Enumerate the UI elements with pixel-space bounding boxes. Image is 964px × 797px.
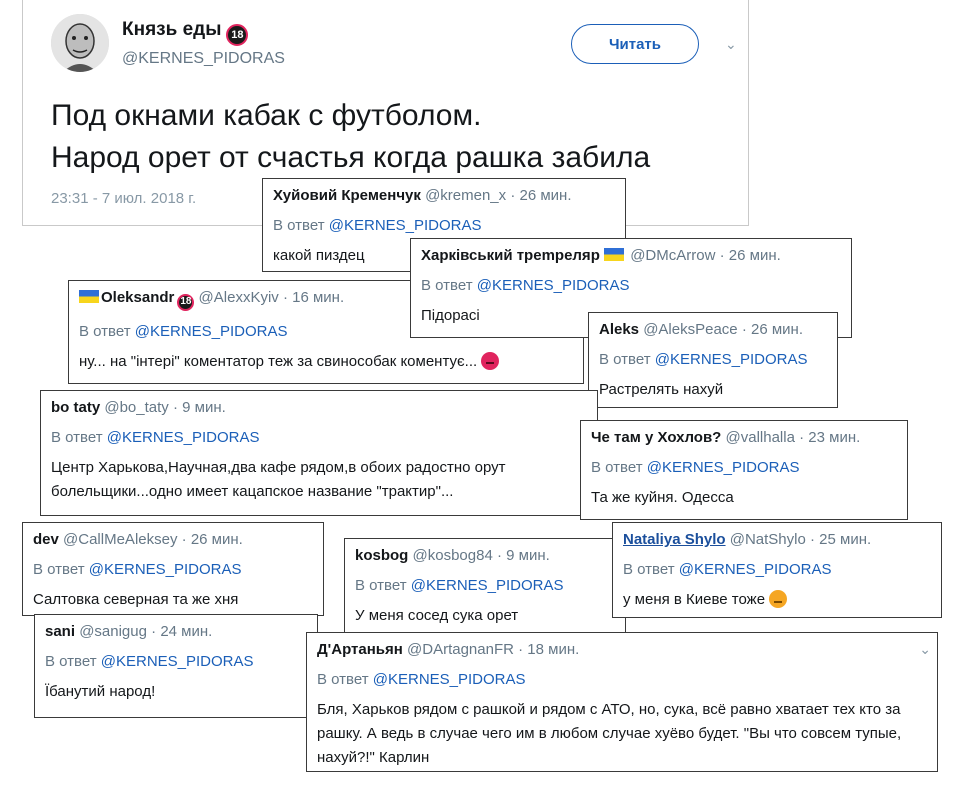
- reply-author-name[interactable]: sani: [45, 623, 75, 640]
- reply-text: ну... на "інтері" коментатор теж за свин…: [79, 352, 478, 370]
- reply-time[interactable]: 9 мин.: [182, 399, 226, 416]
- author-name[interactable]: Князь еды: [122, 19, 221, 40]
- ukraine-flag-icon: [604, 248, 625, 261]
- reply-card: bo taty @bo_taty · 9 мин. В ответ @KERNE…: [40, 390, 598, 516]
- reply-time[interactable]: 23 мин.: [808, 429, 860, 446]
- tweet-timestamp[interactable]: 23:31 - 7 июл. 2018 г.: [51, 190, 196, 207]
- reply-author-name[interactable]: Д'Артаньян: [317, 641, 403, 658]
- reply-card: kosbog @kosbog84 · 9 мин. В ответ @KERNE…: [344, 538, 626, 634]
- reply-time[interactable]: 16 мин.: [292, 289, 344, 306]
- in-reply-to: В ответ @KERNES_PIDORAS: [45, 653, 254, 670]
- reply-target-link[interactable]: @KERNES_PIDORAS: [373, 671, 526, 688]
- reply-author-handle[interactable]: @vallhalla: [726, 429, 795, 446]
- reply-time[interactable]: 26 мин.: [520, 187, 572, 204]
- reply-time[interactable]: 25 мин.: [819, 531, 871, 548]
- pouting-face-icon: [769, 590, 788, 608]
- reply-target-link[interactable]: @KERNES_PIDORAS: [101, 653, 254, 670]
- reply-time[interactable]: 26 мин.: [191, 531, 243, 548]
- reply-time[interactable]: 24 мин.: [160, 623, 212, 640]
- reply-text: у меня в Киеве тоже: [623, 591, 766, 608]
- in-reply-to: В ответ @KERNES_PIDORAS: [421, 277, 630, 294]
- ukraine-flag-icon: [79, 290, 99, 303]
- reply-time[interactable]: 26 мин.: [729, 247, 781, 264]
- reply-author-name[interactable]: Aleks: [599, 321, 639, 338]
- reply-target-link[interactable]: @KERNES_PIDORAS: [679, 561, 832, 578]
- in-reply-to: В ответ @KERNES_PIDORAS: [317, 671, 526, 688]
- chevron-down-icon[interactable]: ⌄: [919, 641, 931, 658]
- reply-author-handle[interactable]: @NatShylo: [730, 531, 806, 548]
- reply-author-handle[interactable]: @DArtagnanFR: [407, 641, 514, 658]
- reply-card: sani @sanigug · 24 мин. В ответ @KERNES_…: [34, 614, 318, 718]
- reply-author-handle[interactable]: @kosbog84: [413, 547, 493, 564]
- reply-author-name[interactable]: Nataliya Shylo: [623, 531, 726, 548]
- reply-text: Їбанутий народ!: [45, 683, 156, 700]
- reply-card: Д'Артаньян @DArtagnanFR · 18 мин. ⌄ В от…: [306, 632, 938, 772]
- reply-card: Че там у Хохлов? @vallhalla · 23 мин. В …: [580, 420, 908, 520]
- age-18-badge-icon: 18: [226, 24, 249, 46]
- reply-author-handle[interactable]: @AleksPeace: [643, 321, 737, 338]
- in-reply-to: В ответ @KERNES_PIDORAS: [599, 351, 808, 368]
- in-reply-to: В ответ @KERNES_PIDORAS: [623, 561, 832, 578]
- reply-author-name[interactable]: Че там у Хохлов?: [591, 429, 721, 446]
- reply-author-handle[interactable]: @bo_taty: [104, 399, 168, 416]
- reply-card: Nataliya Shylo @NatShylo · 25 мин. В отв…: [612, 522, 942, 618]
- reply-target-link[interactable]: @KERNES_PIDORAS: [477, 277, 630, 294]
- reply-author-name[interactable]: Харківський трempeляр: [421, 247, 600, 264]
- avatar[interactable]: [51, 14, 109, 72]
- in-reply-to: В ответ @KERNES_PIDORAS: [591, 459, 800, 476]
- chevron-down-icon[interactable]: ⌄: [725, 36, 737, 53]
- follow-button[interactable]: Читать: [571, 24, 699, 64]
- reply-target-link[interactable]: @KERNES_PIDORAS: [411, 577, 564, 594]
- reply-text: У меня сосед сука орет: [355, 607, 519, 624]
- reply-author-name[interactable]: dev: [33, 531, 59, 548]
- reply-card: Aleks @AleksPeace · 26 мин. В ответ @KER…: [588, 312, 838, 408]
- reply-author-name[interactable]: bo taty: [51, 399, 100, 416]
- tweet-text-line-2: Народ орет от счастья когда рашка забила: [51, 141, 651, 174]
- tweet-text-line-1: Под окнами кабак с футболом.: [51, 99, 482, 132]
- in-reply-to: В ответ @KERNES_PIDORAS: [273, 217, 482, 234]
- angry-face-icon: [481, 351, 500, 370]
- reply-target-link[interactable]: @KERNES_PIDORAS: [89, 561, 242, 578]
- in-reply-to: В ответ @KERNES_PIDORAS: [355, 577, 564, 594]
- in-reply-to: В ответ @KERNES_PIDORAS: [33, 561, 242, 578]
- reply-target-link[interactable]: @KERNES_PIDORAS: [135, 323, 288, 340]
- reply-target-link[interactable]: @KERNES_PIDORAS: [107, 429, 260, 446]
- reply-time[interactable]: 9 мин.: [506, 547, 550, 564]
- reply-target-link[interactable]: @KERNES_PIDORAS: [329, 217, 482, 234]
- reply-text: Бля, Харьков рядом с рашкой и рядом с АТ…: [317, 701, 902, 766]
- reply-author-handle[interactable]: @AlexxKyiv: [199, 289, 279, 306]
- reply-author-name[interactable]: Oleksandr: [101, 289, 174, 306]
- reply-author-handle[interactable]: @sanigug: [79, 623, 147, 640]
- reply-text: Растрелять нахуй: [599, 381, 724, 398]
- reply-time[interactable]: 18 мин.: [527, 641, 579, 658]
- in-reply-to: В ответ @KERNES_PIDORAS: [51, 429, 260, 446]
- reply-author-name[interactable]: kosbog: [355, 547, 408, 564]
- reply-text: Та же куйня. Одесса: [591, 489, 734, 506]
- reply-card: dev @CallMeAleksey · 26 мин. В ответ @KE…: [22, 522, 324, 616]
- reply-author-handle[interactable]: @kremen_x: [425, 187, 506, 204]
- reply-author-handle[interactable]: @DMcArrow: [630, 247, 715, 264]
- age-18-badge-icon: 18: [177, 293, 195, 311]
- reply-author-handle[interactable]: @CallMeAleksey: [63, 531, 177, 548]
- reply-text: Центр Харькова,Научная,два кафе рядом,в …: [51, 459, 506, 500]
- reply-text: Салтовка северная та же хня: [33, 591, 239, 608]
- author-handle[interactable]: @KERNES_PIDORAS: [122, 50, 285, 68]
- reply-target-link[interactable]: @KERNES_PIDORAS: [655, 351, 808, 368]
- reply-author-name[interactable]: Хуйовий Кременчук: [273, 187, 421, 204]
- reply-time[interactable]: 26 мин.: [751, 321, 803, 338]
- reply-target-link[interactable]: @KERNES_PIDORAS: [647, 459, 800, 476]
